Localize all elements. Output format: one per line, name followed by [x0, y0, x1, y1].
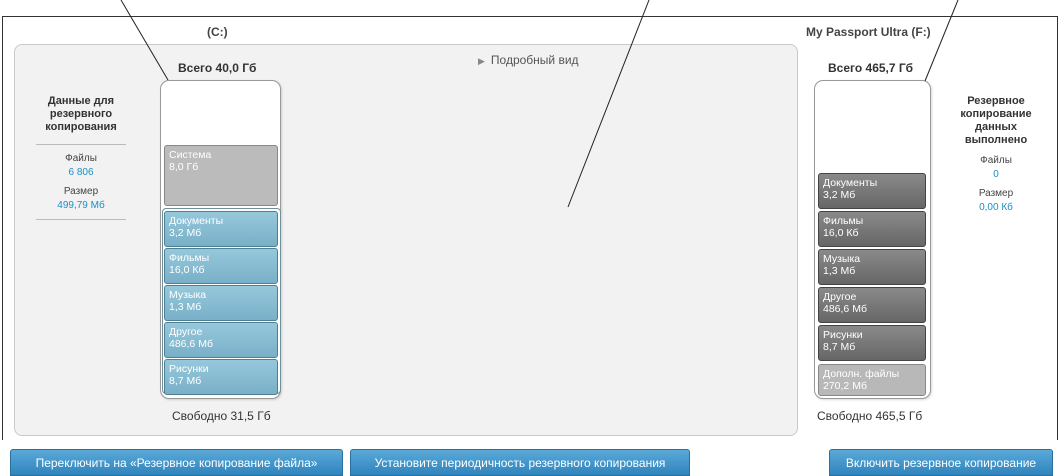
- source-drive-column[interactable]: Система 8,0 Гб Документы 3,2 Мб Фильмы 1…: [160, 80, 281, 399]
- detail-view-toggle[interactable]: ▶ Подробный вид: [478, 53, 579, 67]
- segment-size: 3,2 Мб: [169, 227, 202, 239]
- segment-other[interactable]: Другое 486,6 Мб: [164, 322, 278, 358]
- segment-name: Фильмы: [823, 215, 864, 227]
- segment-name: Музыка: [169, 289, 207, 301]
- enable-backup-button[interactable]: Включить резервное копирование: [829, 449, 1053, 476]
- source-files-label: Файлы: [65, 153, 97, 164]
- segment-size: 16,0 Кб: [169, 264, 205, 276]
- source-free-space: Свободно 31,5 Гб: [172, 409, 271, 423]
- segment-name: Рисунки: [823, 329, 863, 341]
- target-stats-heading: Резервное копирование данных выполнено: [960, 95, 1032, 146]
- segment-size: 8,7 Мб: [169, 375, 202, 387]
- segment-other[interactable]: Другое 486,6 Мб: [818, 287, 926, 323]
- source-size-value: 499,79 Мб: [57, 200, 105, 211]
- segment-pictures[interactable]: Рисунки 8,7 Мб: [164, 359, 278, 395]
- segment-size: 16,0 Кб: [823, 227, 859, 239]
- segment-name: Другое: [169, 326, 203, 338]
- segment-size: 486,6 Мб: [169, 338, 213, 350]
- segment-name: Рисунки: [169, 363, 209, 375]
- target-size-value: 0,00 Кб: [979, 202, 1013, 213]
- switch-mode-button[interactable]: Переключить на «Резервное копирование фа…: [10, 449, 343, 476]
- segment-documents[interactable]: Документы 3,2 Мб: [164, 211, 278, 247]
- segment-music[interactable]: Музыка 1,3 Мб: [164, 285, 278, 321]
- target-files-label: Файлы: [980, 155, 1012, 166]
- segment-movies[interactable]: Фильмы 16,0 Кб: [818, 211, 926, 247]
- segment-music[interactable]: Музыка 1,3 Мб: [818, 249, 926, 285]
- detail-view-label: Подробный вид: [490, 53, 579, 67]
- segment-name: Документы: [169, 215, 224, 227]
- segment-name: Другое: [823, 291, 857, 303]
- segment-name: Дополн. файлы: [823, 368, 900, 380]
- segment-size: 1,3 Мб: [169, 301, 202, 313]
- segment-name: Документы: [823, 177, 878, 189]
- target-free-space: Свободно 465,5 Гб: [817, 409, 923, 423]
- segment-name: Музыка: [823, 253, 861, 265]
- target-size-label: Размер: [978, 188, 1014, 199]
- schedule-button[interactable]: Установите периодичность резервного копи…: [350, 449, 690, 476]
- expand-arrow-icon: ▶: [478, 56, 485, 66]
- segment-system[interactable]: Система 8,0 Гб: [164, 145, 278, 206]
- source-stats-heading: Данные для резервного копирования: [45, 95, 117, 133]
- segment-name: Фильмы: [169, 252, 210, 264]
- segment-movies[interactable]: Фильмы 16,0 Кб: [164, 248, 278, 284]
- segment-size: 8,0 Гб: [169, 161, 199, 173]
- segment-size: 486,6 Мб: [823, 303, 867, 315]
- source-size-label: Размер: [63, 186, 99, 197]
- segment-size: 1,3 Мб: [823, 265, 856, 277]
- segment-name: Система: [169, 149, 212, 161]
- segment-pictures[interactable]: Рисунки 8,7 Мб: [818, 325, 926, 361]
- divider: [36, 144, 126, 145]
- divider: [36, 219, 126, 220]
- segment-size: 8,7 Мб: [823, 341, 856, 353]
- source-drive-panel: [14, 44, 798, 436]
- segment-extra-files[interactable]: Дополн. файлы 270,2 Мб: [818, 364, 926, 396]
- source-total: Всего 40,0 Гб: [178, 61, 257, 75]
- target-drive-column[interactable]: Документы 3,2 Мб Фильмы 16,0 Кб Музыка 1…: [814, 80, 931, 399]
- target-drive-title: My Passport Ultra (F:): [806, 25, 931, 39]
- segment-size: 3,2 Мб: [823, 189, 856, 201]
- source-drive-title: (C:): [207, 25, 228, 39]
- segment-size: 270,2 Мб: [823, 380, 867, 392]
- target-stats: Резервное копирование данных выполнено Ф…: [946, 95, 1046, 213]
- segment-documents[interactable]: Документы 3,2 Мб: [818, 173, 926, 209]
- source-files-value: 6 806: [68, 167, 94, 178]
- source-stats: Данные для резервного копирования Файлы …: [32, 95, 130, 220]
- target-total: Всего 465,7 Гб: [828, 61, 914, 75]
- target-files-value: 0: [993, 169, 999, 180]
